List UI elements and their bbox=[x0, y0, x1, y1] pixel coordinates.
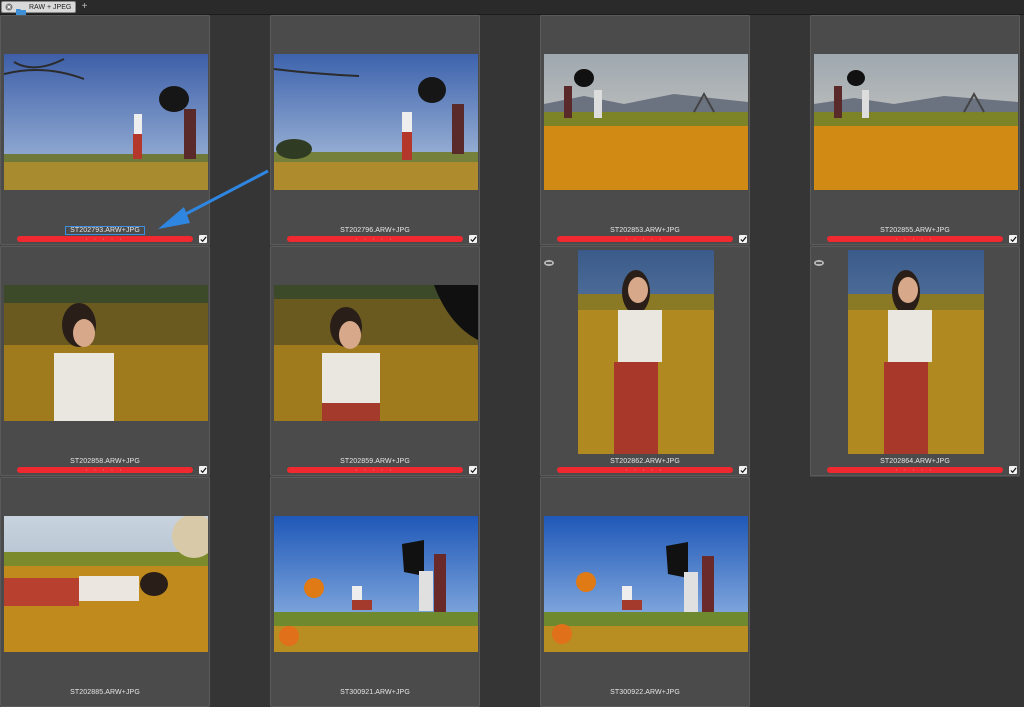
thumbnail-card[interactable]: ST202862.ARW+JPG • • • • • bbox=[540, 246, 750, 476]
annotation-arrow-icon bbox=[158, 169, 269, 229]
filename-label[interactable]: ST202796.ARW+JPG bbox=[271, 227, 479, 234]
check-icon[interactable] bbox=[199, 466, 207, 474]
rating-stars[interactable]: • • • • • bbox=[271, 468, 479, 472]
thumbnail-card[interactable]: ST202796.ARW+JPG • • • • • bbox=[270, 15, 480, 245]
thumbnail-card[interactable]: ST300921.ARW+JPG bbox=[270, 477, 480, 707]
check-icon[interactable] bbox=[469, 235, 477, 243]
filename-label[interactable]: ST202858.ARW+JPG bbox=[1, 458, 209, 465]
thumbnail-image[interactable] bbox=[4, 516, 208, 652]
check-icon[interactable] bbox=[739, 235, 747, 243]
thumbnail-image[interactable] bbox=[848, 250, 984, 454]
grid-column: ST202853.ARW+JPG • • • • • ST202862.ARW+… bbox=[540, 15, 750, 707]
tab-raw-jpeg[interactable]: RAW + JPEG bbox=[1, 1, 76, 16]
thumbnail-card[interactable]: ST202859.ARW+JPG • • • • • bbox=[270, 246, 480, 476]
check-icon[interactable] bbox=[1009, 235, 1017, 243]
check-icon[interactable] bbox=[739, 466, 747, 474]
thumbnail-image[interactable] bbox=[578, 250, 714, 454]
thumbnail-card[interactable]: ST202853.ARW+JPG • • • • • bbox=[540, 15, 750, 245]
filename-label[interactable]: ST202793.ARW+JPG bbox=[65, 226, 145, 235]
rating-stars[interactable]: • • • • • bbox=[271, 237, 479, 241]
filename-label[interactable]: ST202853.ARW+JPG bbox=[541, 227, 749, 234]
grid-column: ST202855.ARW+JPG • • • • • ST202864.ARW+… bbox=[810, 15, 1020, 477]
filename-label[interactable]: ST202862.ARW+JPG bbox=[541, 458, 749, 465]
rating-stars[interactable]: • • • • • bbox=[811, 468, 1019, 472]
thumbnail-grid: ST202793.ARW+JPG • • • • • ST202858.ARW+… bbox=[0, 15, 1024, 707]
rating-stars[interactable]: • • • • • bbox=[811, 237, 1019, 241]
rating-stars[interactable]: • • • • • bbox=[1, 468, 209, 472]
rating-stars[interactable]: • • • • • bbox=[541, 468, 749, 472]
thumbnail-image[interactable] bbox=[814, 54, 1018, 190]
grid-column: ST202796.ARW+JPG • • • • • ST202859.ARW+… bbox=[270, 15, 480, 707]
thumbnail-image[interactable] bbox=[544, 516, 748, 652]
rating-stars[interactable]: • • • • • bbox=[1, 237, 209, 241]
thumbnail-card[interactable]: ST202858.ARW+JPG • • • • • bbox=[0, 246, 210, 476]
check-icon[interactable] bbox=[469, 466, 477, 474]
close-icon[interactable] bbox=[4, 2, 14, 12]
edit-badge-icon bbox=[814, 253, 824, 266]
add-tab-button[interactable]: + bbox=[80, 2, 89, 12]
check-icon[interactable] bbox=[1009, 466, 1017, 474]
thumbnail-card[interactable]: ST202855.ARW+JPG • • • • • bbox=[810, 15, 1020, 245]
filename-label[interactable]: ST202855.ARW+JPG bbox=[811, 227, 1019, 234]
filename-label[interactable]: ST300922.ARW+JPG bbox=[541, 689, 749, 696]
edit-badge-icon bbox=[544, 253, 554, 266]
tab-label: RAW + JPEG bbox=[29, 3, 72, 11]
thumbnail-image[interactable] bbox=[274, 516, 478, 652]
thumbnail-card[interactable]: ST300922.ARW+JPG bbox=[540, 477, 750, 707]
filename-label[interactable]: ST202885.ARW+JPG bbox=[1, 689, 209, 696]
thumbnail-card[interactable]: ST202885.ARW+JPG bbox=[0, 477, 210, 707]
thumbnail-image[interactable] bbox=[274, 285, 478, 421]
rating-stars[interactable]: • • • • • bbox=[541, 237, 749, 241]
thumbnail-image[interactable] bbox=[4, 285, 208, 421]
thumbnail-card[interactable]: ST202864.ARW+JPG • • • • • bbox=[810, 246, 1020, 476]
folder-icon bbox=[16, 3, 26, 16]
filename-label[interactable]: ST300921.ARW+JPG bbox=[271, 689, 479, 696]
tab-bar: RAW + JPEG + bbox=[0, 0, 1024, 16]
grid-column: ST202793.ARW+JPG • • • • • ST202858.ARW+… bbox=[0, 15, 210, 707]
filename-label[interactable]: ST202859.ARW+JPG bbox=[271, 458, 479, 465]
thumbnail-image[interactable] bbox=[274, 54, 478, 190]
filename-label[interactable]: ST202864.ARW+JPG bbox=[811, 458, 1019, 465]
thumbnail-image[interactable] bbox=[544, 54, 748, 190]
